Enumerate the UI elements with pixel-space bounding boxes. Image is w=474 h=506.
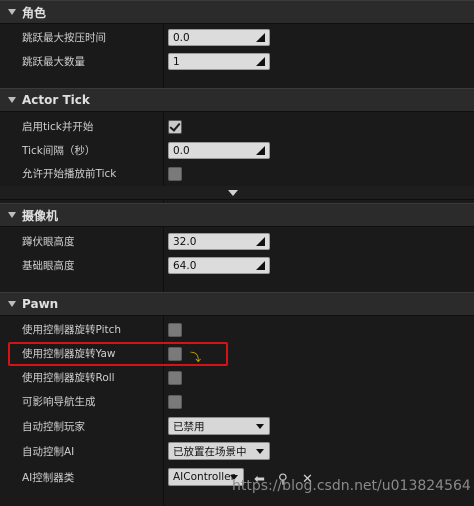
auto-possess-player-dropdown[interactable]: 已禁用 (168, 417, 270, 435)
category-title: Pawn (22, 297, 59, 311)
category-title: 摄像机 (22, 208, 59, 223)
property-label: 跳跃最大按压时间 (22, 32, 106, 44)
property-row: 基础眼高度 64.0 (0, 254, 474, 277)
drag-handle-icon[interactable] (256, 33, 265, 42)
property-row: 使用控制器旋转Pitch (0, 318, 474, 341)
expand-arrow-icon[interactable] (8, 301, 16, 307)
category-character[interactable]: 角色 (0, 0, 474, 24)
drag-handle-icon[interactable] (256, 237, 265, 246)
jump-max-count-input[interactable]: 1 (168, 53, 270, 70)
expand-arrow-icon[interactable] (8, 9, 16, 15)
numeric-value[interactable]: 0.0 (169, 32, 190, 44)
base-eye-height-input[interactable]: 64.0 (168, 257, 270, 274)
jump-max-hold-time-input[interactable]: 0.0 (168, 29, 270, 46)
advanced-expander[interactable] (0, 186, 474, 200)
property-row: Tick间隔（秒） 0.0 (0, 139, 474, 162)
category-pawn[interactable]: Pawn (0, 292, 474, 316)
highlight-box (8, 342, 228, 366)
details-panel: 角色 跳跃最大按压时间 0.0 跳跃最大数量 1 Actor Tick 启用ti… (0, 0, 474, 506)
property-label: 跳跃最大数量 (22, 56, 85, 68)
property-label: 可影响导航生成 (22, 396, 96, 408)
property-label: 自动控制玩家 (22, 421, 85, 433)
use-controller-rotation-pitch-checkbox[interactable] (168, 323, 182, 337)
allow-tick-before-begin-play-checkbox[interactable] (168, 167, 182, 181)
watermark: https://blog.csdn.net/u013824564 (232, 478, 471, 494)
chevron-down-icon[interactable] (228, 190, 238, 196)
property-row: 自动控制AI 已放置在场景中 (0, 440, 474, 463)
dropdown-value[interactable]: 已禁用 (169, 419, 205, 434)
property-row: 蹲伏眼高度 32.0 (0, 230, 474, 253)
expand-arrow-icon[interactable] (8, 97, 16, 103)
dropdown-value[interactable]: 已放置在场景中 (169, 444, 247, 459)
property-label: 自动控制AI (22, 446, 75, 458)
numeric-value[interactable]: 0.0 (169, 145, 190, 157)
property-row: 启用tick并开始 (0, 115, 474, 138)
numeric-value[interactable]: 32.0 (169, 236, 196, 248)
property-label: 使用控制器旋转Pitch (22, 324, 122, 336)
category-title: 角色 (22, 5, 47, 20)
use-controller-rotation-roll-checkbox[interactable] (168, 371, 182, 385)
category-camera[interactable]: 摄像机 (0, 203, 474, 227)
start-with-tick-enabled-checkbox[interactable] (168, 120, 182, 134)
category-title: Actor Tick (22, 93, 90, 107)
crouched-eye-height-input[interactable]: 32.0 (168, 233, 270, 250)
numeric-value[interactable]: 1 (169, 56, 180, 68)
property-label: 允许开始播放前Tick (22, 168, 117, 180)
chevron-down-icon[interactable] (256, 449, 264, 454)
dropdown-value[interactable]: AIController (169, 471, 235, 483)
property-row: 自动控制玩家 已禁用 (0, 415, 474, 438)
chevron-down-icon[interactable] (256, 424, 264, 429)
property-row: 跳跃最大按压时间 0.0 (0, 26, 474, 49)
property-row: 可影响导航生成 (0, 390, 474, 413)
category-actor-tick[interactable]: Actor Tick (0, 88, 474, 112)
property-label: 使用控制器旋转Roll (22, 372, 115, 384)
drag-handle-icon[interactable] (256, 261, 265, 270)
drag-handle-icon[interactable] (256, 146, 265, 155)
property-label: 启用tick并开始 (22, 121, 94, 133)
property-label: AI控制器类 (22, 472, 75, 484)
auto-possess-ai-dropdown[interactable]: 已放置在场景中 (168, 442, 270, 460)
expand-arrow-icon[interactable] (8, 212, 16, 218)
tick-interval-input[interactable]: 0.0 (168, 142, 270, 159)
property-row: 使用控制器旋转Roll (0, 366, 474, 389)
property-row: 允许开始播放前Tick (0, 162, 474, 185)
property-label: 蹲伏眼高度 (22, 236, 75, 248)
numeric-value[interactable]: 64.0 (169, 260, 196, 272)
property-row: 跳跃最大数量 1 (0, 50, 474, 73)
drag-handle-icon[interactable] (256, 57, 265, 66)
can-affect-navigation-generation-checkbox[interactable] (168, 395, 182, 409)
property-label: Tick间隔（秒） (22, 145, 96, 157)
property-label: 基础眼高度 (22, 260, 75, 272)
